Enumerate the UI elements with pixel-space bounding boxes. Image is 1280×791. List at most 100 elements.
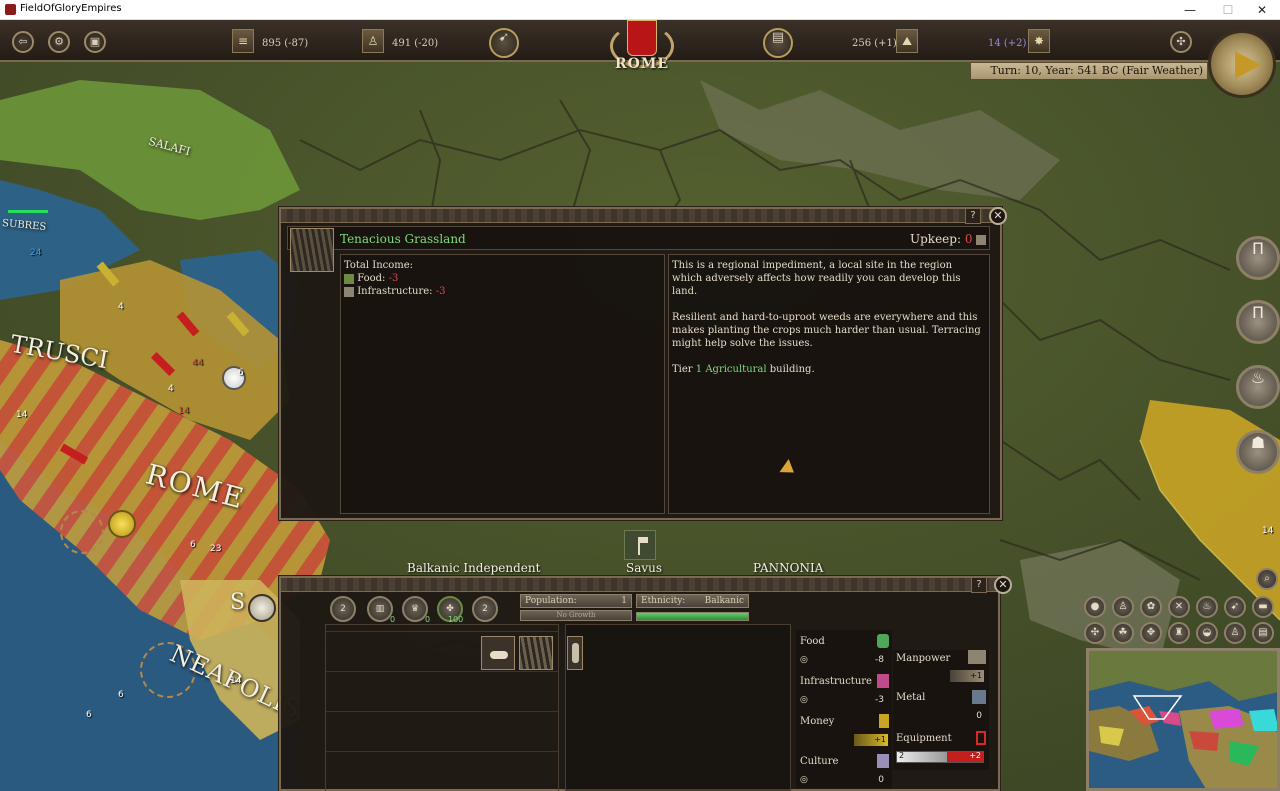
map-filter-icon[interactable]: ▤	[1252, 622, 1274, 644]
helmet-icon[interactable]: ☗	[1236, 430, 1280, 474]
minimize-button[interactable]: —	[1172, 0, 1208, 20]
settings-gear-icon[interactable]: ⚙	[48, 31, 70, 53]
infra-dot: ◎	[800, 695, 808, 705]
maximize-button[interactable]: ☐	[1210, 0, 1246, 20]
zoom-search-icon[interactable]: ⌕	[1256, 568, 1278, 590]
panel-header	[281, 578, 998, 592]
gold-icon[interactable]: ≡	[232, 29, 254, 53]
settlement-icon[interactable]	[248, 594, 276, 622]
res-metal-value: 0	[976, 711, 982, 721]
building-grid-right	[565, 624, 791, 791]
faction-emblem[interactable]: ROME	[600, 20, 684, 74]
pillar-icon[interactable]: Π	[1236, 236, 1280, 280]
tooltip-close-button[interactable]: ✕	[989, 207, 1007, 225]
map-filter-icon[interactable]: ➹	[1224, 596, 1246, 618]
building-slot-cattle[interactable]	[481, 636, 515, 670]
population-bar: Population: 1	[520, 594, 632, 608]
map-filter-icon[interactable]: ▬	[1252, 596, 1274, 618]
minimap[interactable]	[1086, 648, 1280, 791]
upkeep-value: 0	[964, 232, 973, 246]
map-filter-icon[interactable]: ♨	[1196, 596, 1218, 618]
region-close-button[interactable]: ✕	[994, 576, 1012, 594]
prestige-star-icon[interactable]: ✸	[1028, 29, 1050, 53]
tooltip-help-button[interactable]: ?	[965, 208, 981, 224]
population-label: Population:	[525, 596, 577, 606]
map-filter-icon[interactable]: ✥	[1140, 622, 1162, 644]
unit-strength: 14	[178, 406, 190, 416]
exit-icon[interactable]: ⇦	[12, 31, 34, 53]
food-label: Food:	[357, 273, 386, 284]
tooltip-title: Tenacious Grassland	[340, 232, 466, 246]
res-metal-label: Metal	[896, 692, 926, 703]
unit-strength: 44	[192, 358, 204, 368]
culture-res-icon	[877, 754, 889, 768]
window-title: FieldOfGloryEmpires	[20, 3, 122, 14]
unit-strength: 6	[86, 710, 92, 720]
res-infra-value: -3	[875, 695, 884, 705]
minimap-view	[1089, 651, 1277, 788]
window-titlebar: FieldOfGloryEmpires — ☐ ✕	[0, 0, 1280, 20]
food-dot: ◎	[800, 655, 808, 665]
cattle-icon	[490, 651, 508, 659]
manpower-res-icon	[968, 650, 986, 664]
pop-figure-icon[interactable]	[567, 636, 583, 670]
rome-banner-icon	[627, 20, 657, 56]
map-filter-icon[interactable]: ♙	[1112, 596, 1134, 618]
fire-icon[interactable]: ♨	[1236, 365, 1280, 409]
person-icon	[572, 643, 579, 663]
unit-strength: 6	[190, 540, 196, 550]
building-slot-grassland[interactable]	[519, 636, 553, 670]
equipment-bar: 2 +2	[896, 751, 984, 763]
unit-strength: 4	[118, 302, 124, 312]
unit-strength: 6	[118, 690, 124, 700]
tier-type: Agricultural	[705, 364, 767, 375]
food-icon	[344, 273, 354, 284]
infra-res-icon	[877, 674, 889, 688]
journal-book-icon[interactable]: ▤	[763, 28, 793, 58]
income-section: Total Income: Food: -3 Infrastructure: -…	[344, 259, 659, 298]
income-header: Total Income:	[344, 260, 414, 271]
temple-icon[interactable]: Π	[1236, 300, 1280, 344]
res-food-label: Food	[800, 636, 825, 647]
culture-dot: ◎	[800, 775, 808, 785]
end-turn-button[interactable]	[1208, 30, 1276, 98]
infra-value: -3	[435, 286, 446, 297]
city-gold-icon[interactable]	[108, 510, 136, 538]
fort-value: 0	[390, 615, 396, 624]
metal-icon[interactable]: ⛰	[896, 29, 918, 53]
arrow-right-icon	[1235, 51, 1261, 79]
options-icon[interactable]: ✣	[1170, 31, 1192, 53]
grassland-icon	[290, 228, 334, 272]
prestige-value: 14 (+2)	[988, 38, 1027, 49]
map-filter-icon[interactable]: ♜	[1168, 622, 1190, 644]
region-label-pannonia: PANNONIA	[753, 561, 824, 575]
map-filter-icon[interactable]: ✿	[1140, 596, 1162, 618]
manpower-icon[interactable]: ♙	[362, 29, 384, 53]
slots-icon[interactable]: 2	[472, 596, 498, 622]
map-filter-icon[interactable]: ●	[1084, 596, 1106, 618]
map-filter-icon[interactable]: ☘	[1112, 622, 1134, 644]
savus-flag-icon[interactable]	[624, 530, 656, 560]
map-filter-icon[interactable]: ✣	[1084, 622, 1106, 644]
close-window-button[interactable]: ✕	[1244, 0, 1280, 20]
army-path	[8, 210, 48, 213]
map-label-s: S	[230, 590, 246, 615]
map-filter-icon[interactable]: ✕	[1168, 596, 1190, 618]
level-icon[interactable]: 2	[330, 596, 356, 622]
diplomacy-icon[interactable]: ➹	[489, 28, 519, 58]
building-tooltip: ? ✕ Tenacious Grassland Upkeep: 0 Total …	[279, 207, 1007, 520]
equipment-low: 2	[899, 751, 905, 760]
upkeep: Upkeep: 0	[910, 232, 987, 246]
description-p1: This is a regional impediment, a local s…	[672, 260, 961, 297]
description-section: This is a regional impediment, a local s…	[672, 259, 984, 376]
save-icon[interactable]: ▣	[84, 31, 106, 53]
region-help-button[interactable]: ?	[971, 577, 987, 593]
food-res-icon	[877, 634, 889, 648]
upkeep-icon	[976, 234, 987, 245]
map-filter-icon[interactable]: ◒	[1196, 622, 1218, 644]
map-filter-icon[interactable]: ♙	[1224, 622, 1246, 644]
ethnicity-label: Ethnicity:	[641, 596, 686, 606]
faction-name: ROME	[615, 56, 669, 72]
ethnicity-bar: Ethnicity: Balkanic	[636, 594, 749, 608]
money-res-icon	[879, 714, 889, 728]
